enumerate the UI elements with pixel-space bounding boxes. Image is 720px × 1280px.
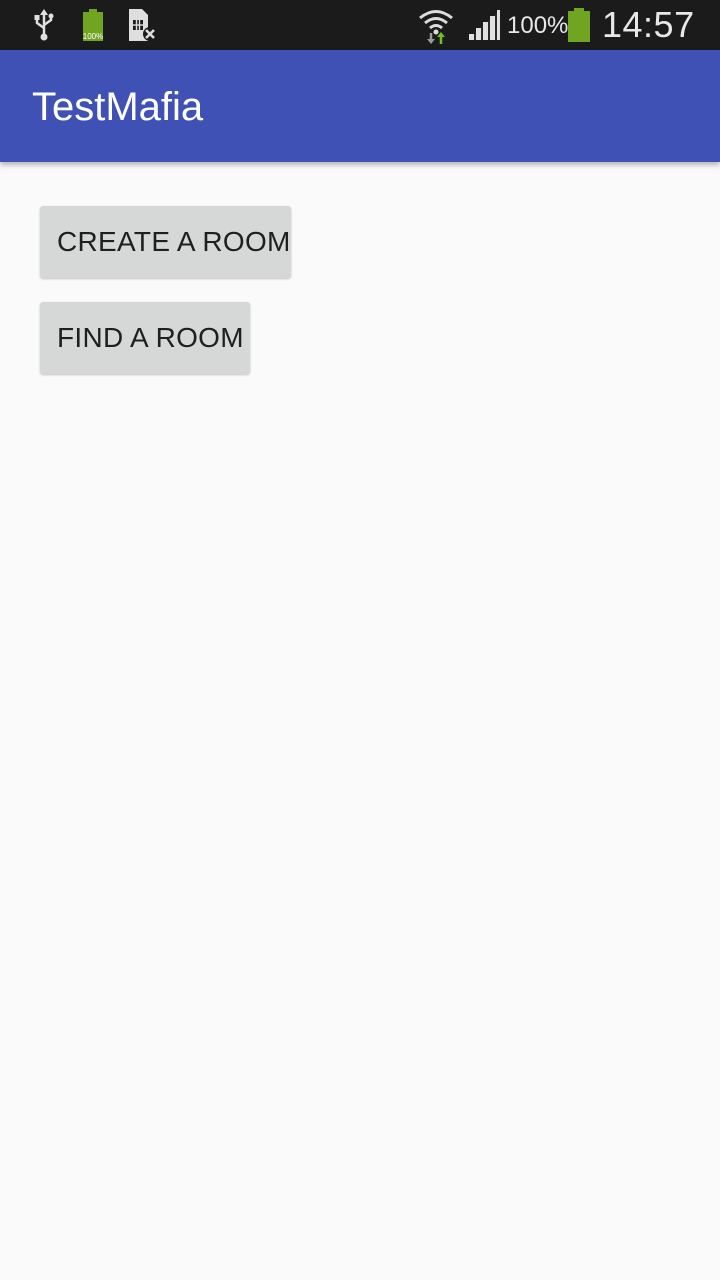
battery-small-label: 100% (83, 32, 103, 41)
signal-strength-icon (464, 0, 504, 50)
battery-charged-icon: 100% (78, 0, 108, 50)
clock: 14:57 (602, 4, 695, 45)
app-title: TestMafia (32, 85, 204, 129)
main-content: CREATE A ROOM FIND A ROOM (0, 162, 720, 1280)
create-room-button[interactable]: CREATE A ROOM (40, 206, 291, 278)
status-bar: 100% 100% 14:57 (0, 0, 720, 50)
usb-icon (28, 0, 60, 50)
sim-error-icon (124, 0, 160, 50)
find-room-button[interactable]: FIND A ROOM (40, 302, 250, 374)
battery-percent: 100% (507, 12, 569, 39)
wifi-icon (416, 0, 456, 50)
app-bar: TestMafia (0, 50, 720, 162)
battery-icon (564, 0, 594, 50)
